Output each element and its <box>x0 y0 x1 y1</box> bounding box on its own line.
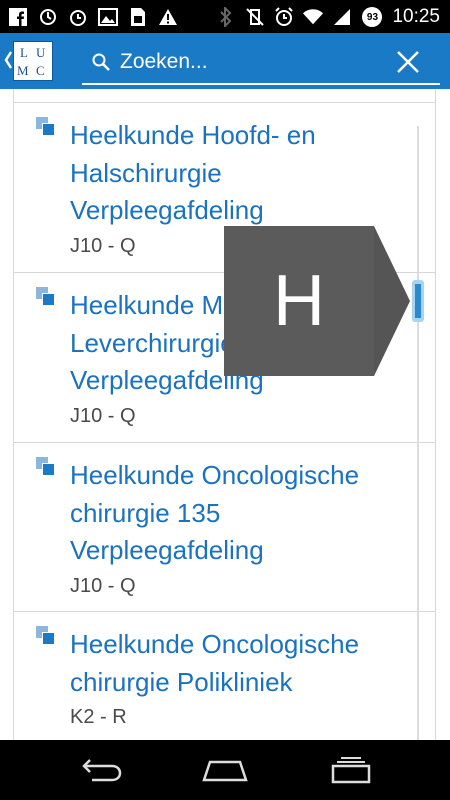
item-title: Heelkunde Hoofd- en Halschirurgie Verple… <box>70 120 316 225</box>
facebook-icon <box>8 7 28 27</box>
list-item[interactable]: Heelkunde Oncologische chirurgie Polikli… <box>13 612 436 740</box>
item-code: J10 - Q <box>70 575 136 597</box>
scrollbar-thumb[interactable] <box>412 280 424 322</box>
vibrate-off-icon <box>245 7 265 27</box>
item-code: K2 - R <box>70 706 127 728</box>
list-item[interactable] <box>13 89 436 103</box>
results-list: Heelkunde Hoofd- en Halschirurgie Verple… <box>0 89 450 740</box>
app-bar: L U M C <box>0 33 450 89</box>
alarm-icon <box>68 7 88 27</box>
sim-card-icon <box>128 7 148 27</box>
signal-icon <box>332 7 352 27</box>
status-bar: 93 10:25 <box>0 0 450 33</box>
battery-icon: 93 <box>361 6 383 27</box>
image-icon <box>98 7 118 27</box>
warning-icon <box>158 7 178 27</box>
back-icon[interactable] <box>76 754 126 786</box>
alarm-clock-icon <box>274 6 294 27</box>
bluetooth-icon <box>216 6 236 27</box>
clock: 10:25 <box>392 5 440 27</box>
location-icon <box>36 287 56 307</box>
scrollbar-track[interactable] <box>417 126 419 740</box>
battery-level: 93 <box>366 11 379 23</box>
location-icon <box>36 626 56 646</box>
navigation-bar <box>0 740 450 800</box>
recents-icon[interactable] <box>326 754 376 786</box>
home-icon[interactable] <box>200 754 250 786</box>
system-status-icons: 93 10:25 <box>216 0 440 33</box>
location-icon <box>36 457 56 477</box>
item-code: J10 - Q <box>70 405 136 427</box>
search-input[interactable] <box>120 47 380 77</box>
search-icon <box>91 52 111 72</box>
fast-scroll-pointer <box>374 226 410 376</box>
search-bar <box>82 43 440 85</box>
wifi-icon <box>303 7 324 27</box>
sync-icon <box>38 7 58 27</box>
item-title: Heelkunde Oncologische chirurgie Polikli… <box>70 629 360 697</box>
location-icon <box>36 117 56 137</box>
item-code: J10 - Q <box>70 235 136 257</box>
item-title: Heelkunde Oncologische chirurgie 135 Ver… <box>70 460 360 565</box>
close-icon[interactable] <box>394 48 422 76</box>
back-chevron-icon[interactable] <box>3 48 13 72</box>
fast-scroll-letter: H <box>273 261 325 341</box>
notification-icons <box>8 0 178 33</box>
list-item[interactable]: Heelkunde Oncologische chirurgie 135 Ver… <box>13 443 436 612</box>
lumc-logo[interactable]: L U M C <box>13 41 53 81</box>
